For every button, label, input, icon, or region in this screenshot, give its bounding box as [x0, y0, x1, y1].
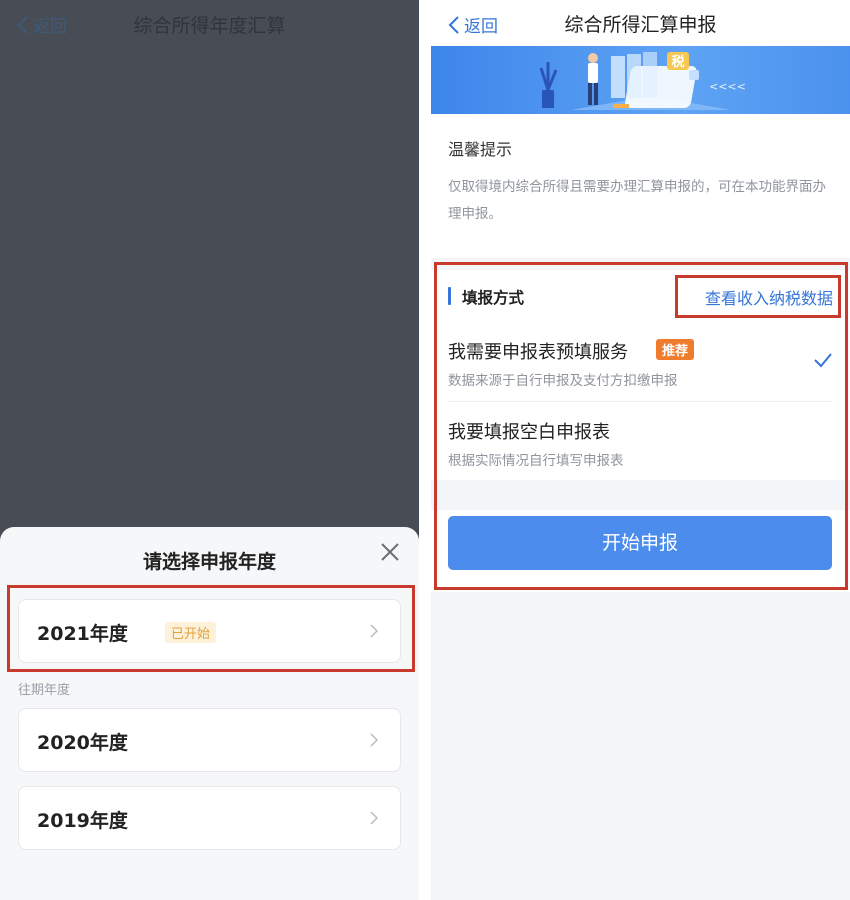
left-screen: 返回 综合所得年度汇算 请选择申报年度 2021年度 已开始 往期年度 2020…: [0, 0, 419, 900]
right-navbar: 返回 综合所得汇算申报: [431, 0, 850, 46]
close-icon[interactable]: [379, 541, 401, 563]
right-page-title: 综合所得汇算申报: [564, 14, 717, 36]
banner-art: 税 <<<<: [539, 52, 746, 110]
left-navbar: 返回 综合所得年度汇算: [0, 0, 419, 48]
tax-badge-text: 税: [671, 54, 684, 70]
tip-text: 仅取得境内综合所得且需要办理汇算申报的，可在本功能界面办理申报。: [448, 179, 826, 222]
highlight-box-view-data: [675, 275, 841, 318]
year-card-2019[interactable]: 2019年度: [18, 786, 401, 850]
panel-divider: [419, 0, 431, 900]
chevron-right-icon: [370, 811, 378, 825]
right-screen: 返回 综合所得汇算申报 税 <<<< 温馨提示 仅取得境内综合所得且需要办理汇算…: [431, 0, 850, 900]
banner-arrows: <<<<: [709, 80, 746, 93]
highlight-box-current-year: [7, 585, 415, 672]
tip-section: 温馨提示 仅取得境内综合所得且需要办理汇算申报的，可在本功能界面办理申报。: [431, 114, 850, 258]
year-select-sheet: 请选择申报年度 2021年度 已开始 往期年度 2020年度 2019年度: [0, 527, 419, 900]
banner-illustration: 税 <<<<: [431, 46, 850, 114]
past-years-label: 往期年度: [18, 683, 71, 698]
sheet-title: 请选择申报年度: [142, 551, 276, 573]
chevron-right-icon: [370, 733, 378, 747]
year-label: 2020年度: [37, 732, 128, 754]
year-card-2020[interactable]: 2020年度: [18, 708, 401, 772]
year-label: 2019年度: [37, 810, 128, 832]
tip-title: 温馨提示: [448, 140, 513, 159]
left-page-title: 综合所得年度汇算: [133, 15, 286, 37]
